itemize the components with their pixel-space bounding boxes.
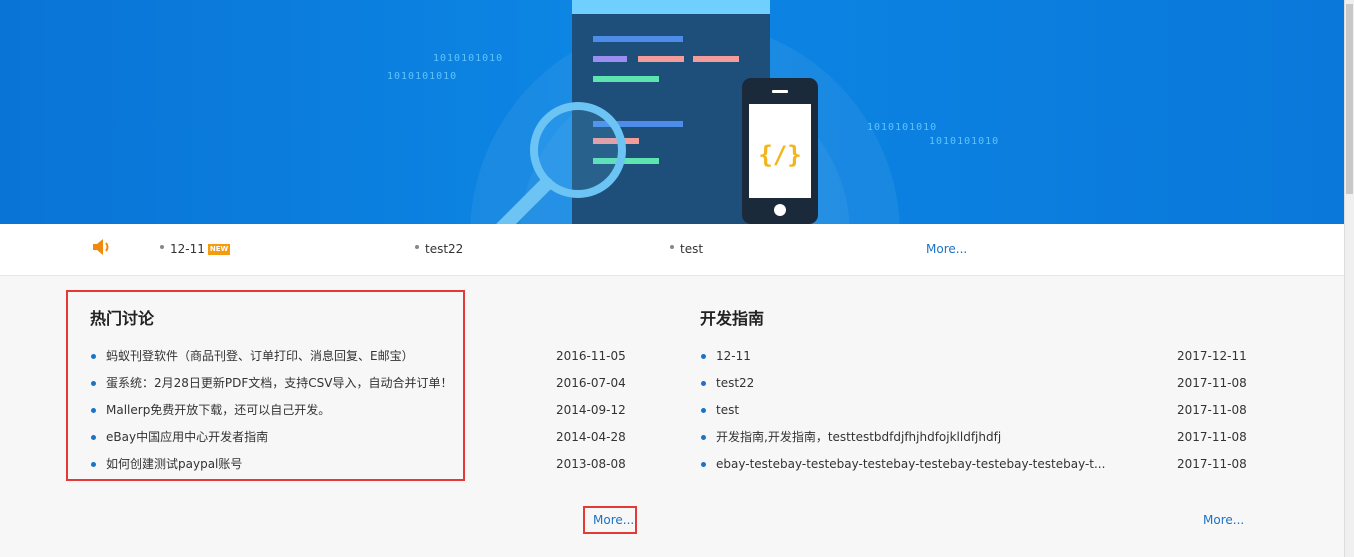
- item-title-link[interactable]: test22: [716, 370, 1116, 397]
- bullet-dot: [91, 354, 96, 359]
- code-glyph: {/}: [758, 141, 801, 169]
- bullet-dot: [670, 244, 674, 249]
- announcement-item[interactable]: test22: [415, 242, 463, 256]
- item-date: 2017-11-08: [1177, 376, 1247, 390]
- list-item[interactable]: test22 2017-11-08: [701, 370, 1261, 397]
- list-item[interactable]: 蚂蚁刊登软件（商品刊登、订单打印、消息回复、E邮宝） 2016-11-05: [91, 343, 631, 370]
- item-date: 2017-12-11: [1177, 349, 1247, 363]
- banner-binary-text: 1010101010: [387, 71, 458, 82]
- item-title-link[interactable]: 12-11: [716, 343, 1116, 370]
- hot-discussions-more-link[interactable]: More...: [593, 513, 634, 527]
- item-title-link[interactable]: test: [716, 397, 1116, 424]
- list-item[interactable]: 蛋系统：2月28日更新PDF文档，支持CSV导入，自动合并订单！ 2016-07-…: [91, 370, 631, 397]
- announcement-label[interactable]: test22: [425, 242, 463, 256]
- list-item[interactable]: 12-11 2017-12-11: [701, 343, 1261, 370]
- item-title-link[interactable]: eBay中国应用中心开发者指南: [106, 424, 546, 451]
- bullet-dot: [91, 435, 96, 440]
- item-date: 2017-11-08: [1177, 403, 1247, 417]
- item-title-link[interactable]: ebay-testebay-testebay-testebay-testebay…: [716, 451, 1116, 478]
- bullet-dot: [701, 381, 706, 386]
- bullet-dot: [701, 462, 706, 467]
- announcement-item[interactable]: test: [670, 242, 703, 256]
- bullet-dot: [160, 244, 164, 249]
- list-item[interactable]: Mallerp免费开放下载，还可以自己开发。 2014-09-12: [91, 397, 631, 424]
- banner-binary-text: 1010101010: [867, 122, 938, 133]
- list-item[interactable]: 如何创建测试paypal账号 2013-08-08: [91, 451, 631, 478]
- dev-guide-title: 开发指南: [700, 309, 765, 328]
- item-title-link[interactable]: 如何创建测试paypal账号: [106, 451, 546, 478]
- dev-guide-list: 12-11 2017-12-11 test22 2017-11-08 test 201…: [701, 343, 1261, 478]
- new-badge: NEW: [207, 244, 231, 255]
- banner-binary-text: 1010101010: [929, 136, 1000, 147]
- item-date: 2013-08-08: [556, 457, 626, 471]
- item-date: 2017-11-08: [1177, 430, 1247, 444]
- item-date: 2017-11-08: [1177, 457, 1247, 471]
- phone-icon: {/}: [742, 78, 818, 224]
- announcement-label[interactable]: test: [680, 242, 703, 256]
- list-item[interactable]: eBay中国应用中心开发者指南 2014-04-28: [91, 424, 631, 451]
- item-date: 2016-07-04: [556, 376, 626, 390]
- list-item[interactable]: test 2017-11-08: [701, 397, 1261, 424]
- bullet-dot: [701, 435, 706, 440]
- announcement-item[interactable]: 12-11 NEW: [160, 242, 231, 256]
- bullet-dot: [701, 408, 706, 413]
- hero-banner: 1010101010 1010101010 1010101010 1010101…: [0, 0, 1344, 224]
- scrollbar-thumb[interactable]: [1346, 4, 1353, 194]
- item-date: 2016-11-05: [556, 349, 626, 363]
- item-title-link[interactable]: 蚂蚁刊登软件（商品刊登、订单打印、消息回复、E邮宝）: [106, 343, 546, 370]
- bullet-dot: [701, 354, 706, 359]
- item-title-link[interactable]: 蛋系统：2月28日更新PDF文档，支持CSV导入，自动合并订单！: [106, 370, 546, 397]
- bullet-dot: [91, 462, 96, 467]
- item-title-link[interactable]: 开发指南,开发指南，testtestbdfdjfhjhdfojklldfjhdf…: [716, 424, 1116, 451]
- bullet-dot: [91, 381, 96, 386]
- list-item[interactable]: 开发指南,开发指南，testtestbdfdjfhjhdfojklldfjhdf…: [701, 424, 1261, 451]
- hot-discussions-list: 蚂蚁刊登软件（商品刊登、订单打印、消息回复、E邮宝） 2016-11-05 蛋系统…: [91, 343, 631, 478]
- announcement-label[interactable]: 12-11: [170, 242, 205, 256]
- item-title-link[interactable]: Mallerp免费开放下载，还可以自己开发。: [106, 397, 546, 424]
- announcement-bar: 12-11 NEW test22 test More...: [0, 224, 1344, 276]
- speaker-icon: [93, 239, 109, 255]
- item-date: 2014-04-28: [556, 430, 626, 444]
- bullet-dot: [415, 244, 419, 249]
- hot-discussions-title: 热门讨论: [90, 309, 155, 328]
- list-item[interactable]: ebay-testebay-testebay-testebay-testebay…: [701, 451, 1261, 478]
- page-scrollbar[interactable]: [1344, 0, 1354, 557]
- bullet-dot: [91, 408, 96, 413]
- item-date: 2014-09-12: [556, 403, 626, 417]
- banner-illustration: {/}: [496, 0, 818, 224]
- announcement-more-link[interactable]: More...: [926, 242, 967, 256]
- dev-guide-more-link[interactable]: More...: [1203, 513, 1244, 527]
